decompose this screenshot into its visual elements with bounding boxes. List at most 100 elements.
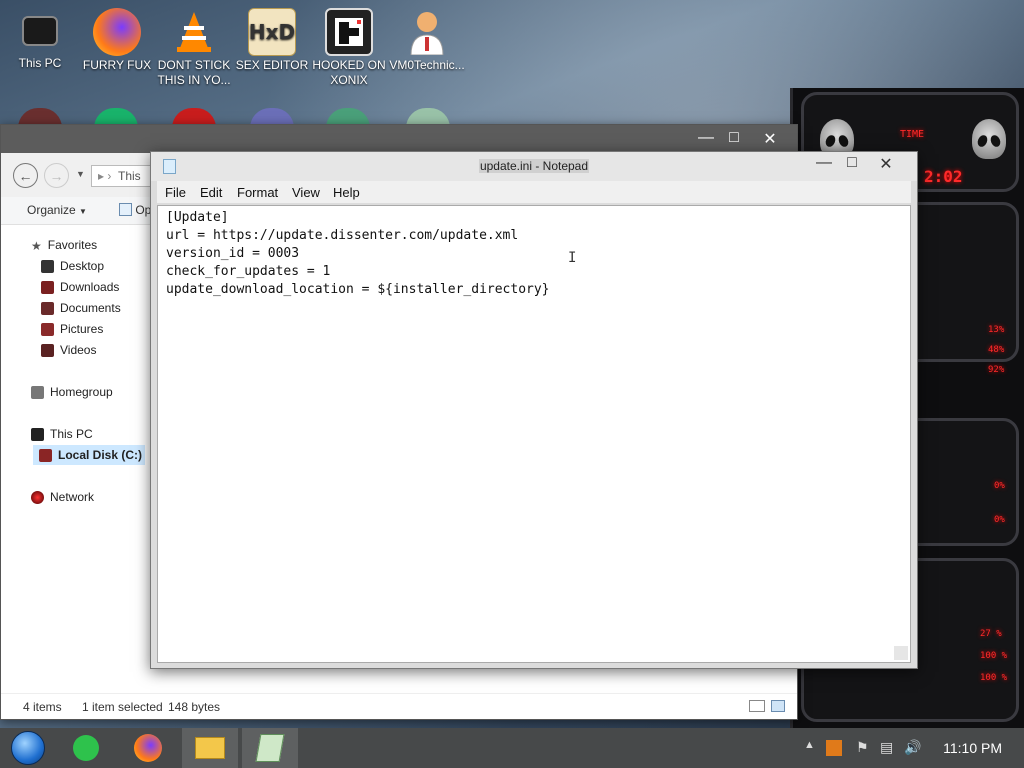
close-icon[interactable]: ✕: [755, 129, 785, 149]
organize-label: Organize: [27, 203, 76, 217]
explorer-status-bar: 4 items 1 item selected 148 bytes: [1, 693, 797, 719]
large-icons-view-icon[interactable]: [771, 700, 785, 712]
text-line: check_for_updates = 1: [166, 264, 331, 279]
tray-app-icon[interactable]: [826, 740, 842, 756]
menu-edit[interactable]: Edit: [200, 185, 222, 200]
close-icon[interactable]: ✕: [871, 154, 901, 174]
text-line: version_id = 0003: [166, 246, 300, 261]
star-icon: ★: [31, 238, 42, 253]
monitor-icon: [22, 16, 58, 46]
sidebar-item-documents[interactable]: Documents: [41, 298, 121, 318]
computer-icon: [31, 427, 44, 441]
open-icon: [119, 203, 132, 216]
gadget-readout: 13%: [988, 325, 1005, 335]
menu-format[interactable]: Format: [237, 185, 278, 200]
maximize-icon[interactable]: □: [837, 154, 867, 172]
maximize-icon[interactable]: □: [719, 129, 749, 147]
gadget-readout: 27 %: [980, 629, 1002, 639]
taskbar: ▲ ⚑ ▤ 🔊 11:10 PM: [0, 728, 1024, 768]
desktop-icon-hooked-on-xonix[interactable]: HOOKED ON XONIX: [311, 8, 387, 88]
desktop-icon-furry-fux[interactable]: FURRY FUX: [79, 8, 155, 73]
details-view-icon[interactable]: [749, 700, 765, 712]
minimize-icon[interactable]: —: [809, 154, 839, 172]
pictures-folder-icon: [41, 322, 54, 336]
sidebar-item-local-disk[interactable]: Local Disk (C:): [33, 445, 145, 465]
notepad-title: update.ini - Notepad: [151, 159, 917, 173]
flag-icon[interactable]: ⚑: [856, 739, 869, 756]
notepad-menu-bar: File Edit Format View Help: [157, 181, 911, 203]
organize-button[interactable]: Organize ▼: [27, 203, 87, 217]
sidebar-item-desktop[interactable]: Desktop: [41, 256, 104, 276]
start-orb-icon: [11, 731, 45, 765]
start-button[interactable]: [0, 728, 56, 768]
menu-help[interactable]: Help: [333, 185, 360, 200]
history-dropdown-icon[interactable]: ▼: [76, 169, 85, 179]
open-label: Op: [135, 203, 152, 217]
notepad-text-area[interactable]: [Update] url = https://update.dissenter.…: [157, 205, 911, 663]
taskbar-clock[interactable]: 11:10 PM: [943, 740, 1002, 756]
desktop-icon-sex-editor[interactable]: HxD SEX EDITOR: [234, 8, 310, 73]
taskbar-notes-app[interactable]: [58, 728, 114, 768]
desktop-icon-label: SEX EDITOR: [235, 58, 309, 72]
address-text: This: [118, 169, 141, 183]
gadget-readout: 92%: [988, 365, 1005, 375]
green-notes-icon: [73, 735, 99, 761]
chevron-down-icon: ▼: [79, 207, 87, 216]
sidebar-item-downloads[interactable]: Downloads: [41, 277, 119, 297]
taskbar-notepad[interactable]: [242, 728, 298, 768]
firefox-icon: [134, 734, 162, 762]
minimize-icon[interactable]: —: [691, 129, 721, 147]
desktop-icon-label: DONT STICK THIS IN YO...: [157, 58, 231, 87]
resize-grip-icon[interactable]: [894, 646, 908, 660]
notepad-window: update.ini - Notepad — □ ✕ File Edit For…: [150, 151, 918, 669]
gadget-readout: 100 %: [980, 651, 1008, 661]
open-button[interactable]: Op: [119, 203, 151, 217]
sidebar-item-videos[interactable]: Videos: [41, 340, 96, 360]
sidebar-item-homegroup[interactable]: Homegroup: [31, 382, 113, 402]
text-cursor-icon: I: [568, 250, 577, 266]
network-tray-icon[interactable]: ▤: [880, 739, 893, 756]
desktop-folder-icon: [41, 259, 54, 273]
status-selected: 1 item selected: [82, 700, 163, 714]
gadget-time-label: TIME: [900, 129, 925, 140]
sidebar-label: Homegroup: [50, 385, 113, 399]
back-arrow-icon[interactable]: ←: [13, 163, 38, 188]
videos-folder-icon: [41, 343, 54, 357]
taskbar-firefox[interactable]: [120, 728, 176, 768]
sidebar-label: Pictures: [60, 322, 104, 336]
volume-icon[interactable]: 🔊: [904, 739, 921, 756]
documents-folder-icon: [41, 301, 54, 315]
sidebar-item-network[interactable]: Network: [31, 487, 94, 507]
status-size: 148 bytes: [168, 700, 221, 714]
desktop-icon-vm0technic[interactable]: VM0Technic...: [389, 8, 465, 73]
notepad-title-text: update.ini - Notepad: [478, 159, 590, 173]
folder-icon: [195, 737, 225, 759]
gadget-readout: 100 %: [980, 673, 1008, 683]
tray-expand-icon[interactable]: ▲: [804, 739, 815, 751]
notepad-titlebar[interactable]: update.ini - Notepad — □ ✕: [151, 152, 917, 181]
desktop-icon-label: FURRY FUX: [82, 58, 152, 72]
sidebar-label: Local Disk (C:): [58, 448, 143, 462]
sidebar-label: Network: [50, 490, 95, 504]
sidebar-item-favorites[interactable]: ★ Favorites: [31, 235, 97, 255]
downloads-folder-icon: [41, 280, 54, 294]
gadget-readout: 0%: [994, 515, 1005, 525]
navigation-pane: ★ Favorites Desktop Downloads Documents P…: [1, 225, 149, 685]
alien-head-icon: [972, 119, 1006, 159]
menu-view[interactable]: View: [292, 185, 320, 200]
address-location-icon: ▸ ›: [98, 169, 112, 183]
taskbar-file-explorer[interactable]: [182, 728, 238, 768]
sidebar-item-this-pc[interactable]: This PC: [31, 424, 93, 444]
status-item-count: 4 items: [23, 700, 62, 714]
notepad-icon: [255, 734, 285, 762]
drive-icon: [39, 448, 52, 462]
doctor-icon: [403, 8, 451, 56]
sidebar-item-pictures[interactable]: Pictures: [41, 319, 103, 339]
text-line: [Update]: [166, 210, 229, 225]
explorer-titlebar[interactable]: — □ ✕: [1, 125, 797, 153]
desktop-icon-dont-stick[interactable]: DONT STICK THIS IN YO...: [156, 8, 232, 88]
forward-arrow-icon[interactable]: →: [44, 163, 69, 188]
menu-file[interactable]: File: [165, 185, 186, 200]
desktop-icon-this-pc[interactable]: This PC: [2, 8, 78, 71]
address-bar[interactable]: ▸ › This: [91, 165, 151, 187]
